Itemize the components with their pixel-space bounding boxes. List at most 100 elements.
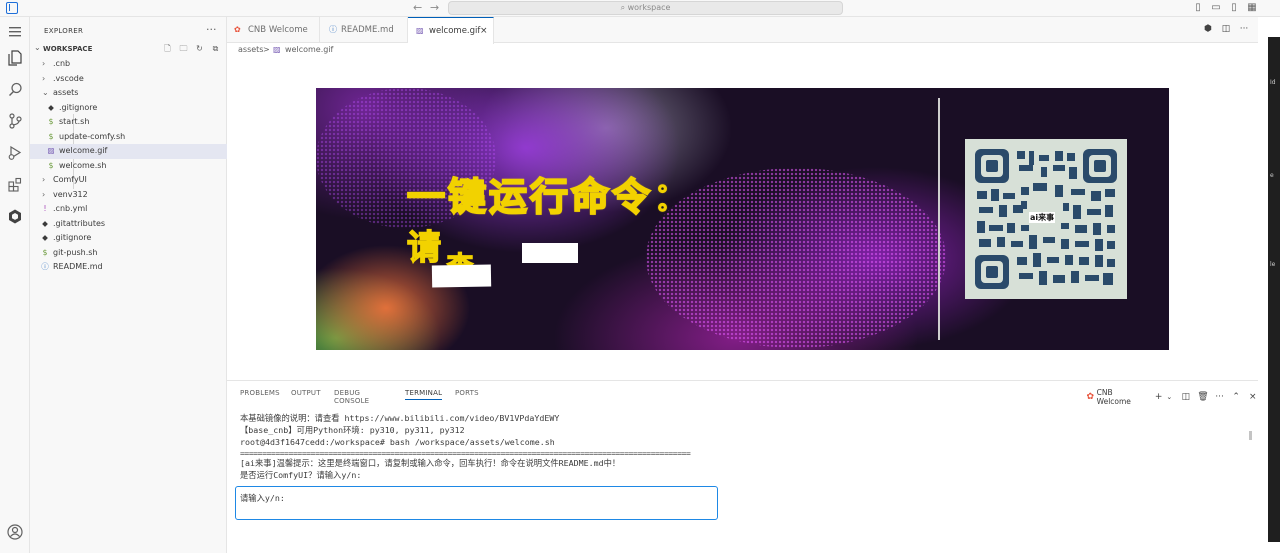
maximize-panel-icon[interactable]: ⌃ xyxy=(1231,392,1242,402)
tree-file[interactable]: ◆ .gitignore xyxy=(30,231,227,246)
shell-file-icon: $ xyxy=(48,160,54,170)
tab-debug-console[interactable]: DEBUG CONSOLE xyxy=(334,389,369,405)
tree-file[interactable]: $ git-push.sh xyxy=(30,246,227,261)
terminal-output[interactable]: 本基础镜像的说明：请查看 https://www.bilibili.com/vi… xyxy=(240,413,559,448)
new-folder-icon[interactable]: 🗀 xyxy=(177,43,190,55)
back-arrow-icon[interactable]: ← xyxy=(413,1,422,14)
tree-item-label: welcome.gif xyxy=(59,146,108,155)
split-terminal-icon[interactable]: ◫ xyxy=(1181,392,1192,402)
terminal-name[interactable]: CNB Welcome xyxy=(1097,388,1148,406)
tab-readme[interactable]: ⓘ README.md xyxy=(320,17,408,43)
tab-ports[interactable]: PORTS xyxy=(455,389,479,397)
image-icon: ▨ xyxy=(273,45,281,54)
tree-file[interactable]: $ start.sh xyxy=(30,115,227,130)
menu-icon[interactable] xyxy=(6,23,24,41)
terminal-line: 【base_cnb】可用Python环境: py310, py311, py31… xyxy=(240,424,465,435)
collapse-all-icon[interactable]: ⧉ xyxy=(209,43,222,55)
terminal-input-box[interactable]: 请输入y/n: xyxy=(235,486,718,520)
command-center-search[interactable]: ⌕ workspace xyxy=(448,1,843,15)
more-actions-icon[interactable]: ··· xyxy=(206,23,217,36)
tab-welcome-gif[interactable]: ▨ welcome.gif × xyxy=(408,17,494,44)
edge-label: le xyxy=(1270,261,1276,268)
git-file-icon: ◆ xyxy=(42,233,48,242)
tree-item-label: .vscode xyxy=(53,73,84,83)
shell-file-icon: $ xyxy=(42,247,48,257)
forward-arrow-icon[interactable]: → xyxy=(430,1,439,14)
more-actions-icon[interactable]: ··· xyxy=(1214,392,1225,402)
tree-item-label: .gitattributes xyxy=(53,218,106,228)
tree-folder[interactable]: › venv312 xyxy=(30,188,227,203)
tab-label: CNB Welcome xyxy=(248,25,308,35)
tab-output[interactable]: OUTPUT xyxy=(291,389,321,397)
terminal-scrollbar[interactable] xyxy=(1249,431,1252,440)
terminal-input-prompt: 请输入y/n: xyxy=(240,493,285,503)
qr-label: ai来事 xyxy=(1029,212,1056,223)
terminal-notice[interactable]: [ai来事]温馨提示：这里是终端窗口，请复制或输入命令，回车执行！命令在说明文件… xyxy=(240,458,620,482)
search-icon: ⌕ xyxy=(620,3,626,12)
tree-file[interactable]: ◆ .gitignore xyxy=(30,101,227,116)
trash-icon[interactable]: 🗑 xyxy=(1197,392,1208,402)
workspace-section-header[interactable]: ⌄ WORKSPACE 🗋 🗀 ↻ ⧉ xyxy=(30,42,227,56)
chevron-down-icon[interactable]: ⌄ xyxy=(1164,393,1175,401)
terminal-line: [ai来事]温馨提示：这里是终端窗口，请复制或输入命令，回车执行！命令在说明文件… xyxy=(240,458,621,468)
redaction-block xyxy=(522,243,578,263)
tab-terminal[interactable]: TERMINAL xyxy=(405,389,443,400)
explorer-icon[interactable] xyxy=(6,49,24,67)
banner-title: 一键运行命令： xyxy=(406,174,695,220)
more-editor-actions-icon[interactable]: ··· xyxy=(1237,24,1251,34)
refresh-icon[interactable]: ↻ xyxy=(193,43,206,55)
tree-file[interactable]: ! .cnb.yml xyxy=(30,202,227,217)
edge-label: Id xyxy=(1270,79,1276,86)
tab-problems[interactable]: PROBLEMS xyxy=(240,389,280,397)
git-file-icon: ◆ xyxy=(42,218,48,228)
account-icon[interactable] xyxy=(6,523,24,541)
app-logo-icon[interactable] xyxy=(6,2,18,14)
close-icon[interactable]: × xyxy=(480,18,488,44)
toggle-sidebar-icon[interactable]: ▯ xyxy=(1189,2,1207,13)
tree-file[interactable]: ⓘ README.md xyxy=(30,260,227,275)
cnb-extension-icon[interactable] xyxy=(6,207,24,225)
tree-item-label: assets xyxy=(53,88,79,97)
breadcrumb-folder[interactable]: assets xyxy=(238,43,263,57)
customize-layout-icon[interactable]: ▦ xyxy=(1243,2,1261,13)
tree-file[interactable]: $ welcome.sh xyxy=(30,159,227,174)
shell-file-icon: $ xyxy=(48,131,54,141)
tree-item-label: ComfyUI xyxy=(53,175,87,184)
explorer-title: EXPLORER xyxy=(44,27,84,35)
new-file-icon[interactable]: 🗋 xyxy=(161,43,174,55)
image-file-icon: ▨ xyxy=(47,146,55,155)
new-terminal-icon[interactable]: + xyxy=(1153,392,1164,402)
tab-cnb-welcome[interactable]: ✿ CNB Welcome xyxy=(227,17,320,43)
close-panel-icon[interactable]: × xyxy=(1247,392,1258,402)
cnb-icon: ✿ xyxy=(234,25,241,34)
vertical-divider xyxy=(938,98,940,340)
tab-label: welcome.gif xyxy=(429,26,481,36)
terminal-separator: ========================================… xyxy=(240,449,691,458)
explorer-sidebar: EXPLORER ··· ⌄ WORKSPACE 🗋 🗀 ↻ ⧉ › .cnb ›.… xyxy=(30,17,227,553)
toggle-panel-icon[interactable]: ▭ xyxy=(1207,2,1225,13)
breadcrumb-file[interactable]: welcome.gif xyxy=(285,43,333,57)
tree-file[interactable]: ▨ welcome.gif xyxy=(30,144,227,159)
tree-item-label: start.sh xyxy=(59,117,90,126)
tree-folder[interactable]: ⌄ assets xyxy=(30,86,227,101)
terminal-profile-icon: ✿ xyxy=(1086,392,1095,402)
toggle-secondary-sidebar-icon[interactable]: ▯ xyxy=(1225,2,1243,13)
tree-folder[interactable]: › ComfyUI xyxy=(30,173,227,188)
tree-file[interactable]: $ update-comfy.sh xyxy=(30,130,227,145)
search-view-icon[interactable] xyxy=(6,80,24,98)
editor-tabs-bar: ✿ CNB Welcome ⓘ README.md ▨ welcome.gif … xyxy=(227,17,1258,44)
info-file-icon: ⓘ xyxy=(41,262,49,271)
info-icon: ⓘ xyxy=(329,25,337,34)
source-control-icon[interactable] xyxy=(6,112,24,130)
extensions-icon[interactable] xyxy=(6,175,24,193)
tree-folder[interactable]: › .cnb xyxy=(30,57,227,72)
tree-folder[interactable]: › .vscode xyxy=(30,72,227,87)
tree-item-label: .cnb xyxy=(53,59,71,68)
breadcrumb-separator: > xyxy=(263,45,270,54)
chevron-down-icon: ⌄ xyxy=(42,88,49,97)
split-editor-icon[interactable]: ◫ xyxy=(1219,24,1233,34)
tree-file[interactable]: ◆ .gitattributes xyxy=(30,217,227,232)
tree-item-label: .gitignore xyxy=(53,233,92,242)
cnb-action-icon[interactable]: ⬢ xyxy=(1201,24,1215,34)
run-debug-icon[interactable] xyxy=(6,143,24,161)
